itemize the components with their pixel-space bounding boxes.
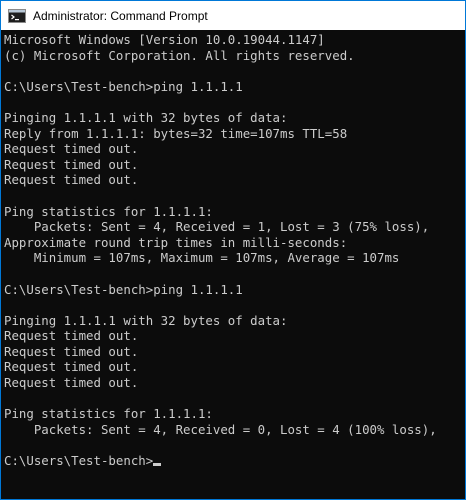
console-line: C:\Users\Test-bench>ping 1.1.1.1 bbox=[4, 78, 243, 94]
console-line: C:\Users\Test-bench> bbox=[4, 453, 465, 469]
console-line: (c) Microsoft Corporation. All rights re… bbox=[4, 47, 355, 63]
command-prompt-window: Administrator: Command Prompt Microsoft … bbox=[0, 0, 466, 500]
text-cursor bbox=[153, 463, 162, 467]
console-line: Reply from 1.1.1.1: bytes=32 time=107ms … bbox=[4, 125, 348, 141]
cmd-icon[interactable] bbox=[8, 8, 26, 23]
console-line: Ping statistics for 1.1.1.1: bbox=[4, 203, 213, 219]
console-line: C:\Users\Test-bench>ping 1.1.1.1 bbox=[4, 281, 243, 297]
title-bar[interactable]: Administrator: Command Prompt bbox=[1, 1, 465, 30]
console-line: Minimum = 107ms, Maximum = 107ms, Averag… bbox=[4, 250, 400, 266]
console-line: Approximate round trip times in milli-se… bbox=[4, 234, 348, 250]
console-line: Pinging 1.1.1.1 with 32 bytes of data: bbox=[4, 109, 288, 125]
console-line: Packets: Sent = 4, Received = 0, Lost = … bbox=[4, 421, 437, 437]
console-line: Microsoft Windows [Version 10.0.19044.11… bbox=[4, 32, 325, 47]
console-line: Request timed out. bbox=[4, 328, 139, 344]
console-output[interactable]: Microsoft Windows [Version 10.0.19044.11… bbox=[1, 30, 465, 499]
window-title: Administrator: Command Prompt bbox=[33, 8, 208, 23]
console-line: Pinging 1.1.1.1 with 32 bytes of data: bbox=[4, 312, 288, 328]
console-line: Request timed out. bbox=[4, 172, 139, 188]
console-text: Microsoft Windows [Version 10.0.19044.11… bbox=[4, 32, 465, 469]
console-line: Request timed out. bbox=[4, 359, 139, 375]
console-line: Request timed out. bbox=[4, 141, 139, 157]
console-line: Packets: Sent = 4, Received = 1, Lost = … bbox=[4, 219, 430, 235]
console-line: Request timed out. bbox=[4, 156, 139, 172]
console-line: Ping statistics for 1.1.1.1: bbox=[4, 406, 213, 422]
console-line: Request timed out. bbox=[4, 343, 139, 359]
console-line: Request timed out. bbox=[4, 375, 139, 391]
